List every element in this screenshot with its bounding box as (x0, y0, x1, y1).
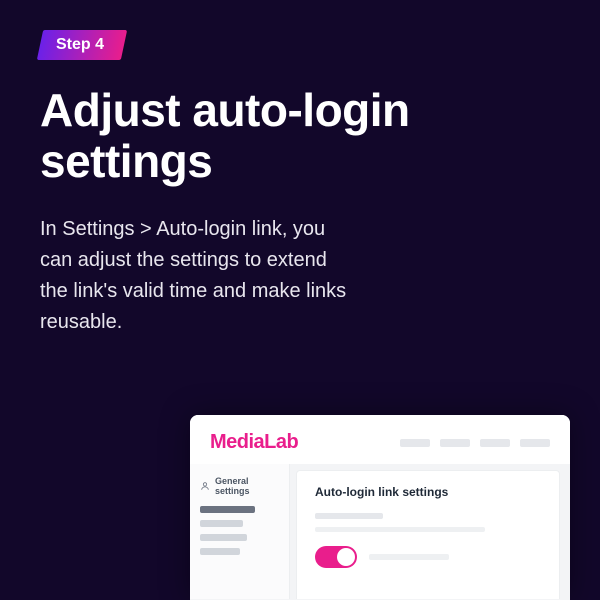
nav-placeholder (520, 439, 550, 447)
step-badge: Step 4 (37, 30, 127, 60)
nav-placeholder (480, 439, 510, 447)
page-description: In Settings > Auto-login link, you can a… (40, 214, 350, 338)
sidebar-item-label: General settings (215, 476, 279, 496)
sidebar: General settings (190, 464, 290, 599)
nav-placeholder-group (400, 439, 550, 447)
nav-placeholder (440, 439, 470, 447)
page-title: Adjust auto-login settings (40, 85, 560, 186)
sidebar-item-placeholder (200, 506, 255, 513)
app-mockup: MediaLab General settings Auto-login lin… (190, 415, 570, 600)
sidebar-item-placeholder (200, 534, 247, 541)
content-placeholder (315, 527, 485, 532)
content-placeholder (315, 513, 383, 519)
sidebar-item-placeholder (200, 520, 243, 527)
settings-panel: Auto-login link settings (296, 470, 560, 599)
step-badge-label: Step 4 (56, 36, 104, 54)
panel-title: Auto-login link settings (315, 485, 541, 499)
auto-login-toggle[interactable] (315, 546, 357, 568)
toggle-label-placeholder (369, 554, 449, 560)
mockup-header: MediaLab (190, 415, 570, 464)
sidebar-item-placeholder (200, 548, 240, 555)
nav-placeholder (400, 439, 430, 447)
logo: MediaLab (210, 431, 298, 454)
mockup-body: General settings Auto-login link setting… (190, 464, 570, 599)
sidebar-item-general[interactable]: General settings (200, 476, 279, 496)
toggle-row (315, 546, 541, 568)
user-icon (200, 481, 210, 491)
